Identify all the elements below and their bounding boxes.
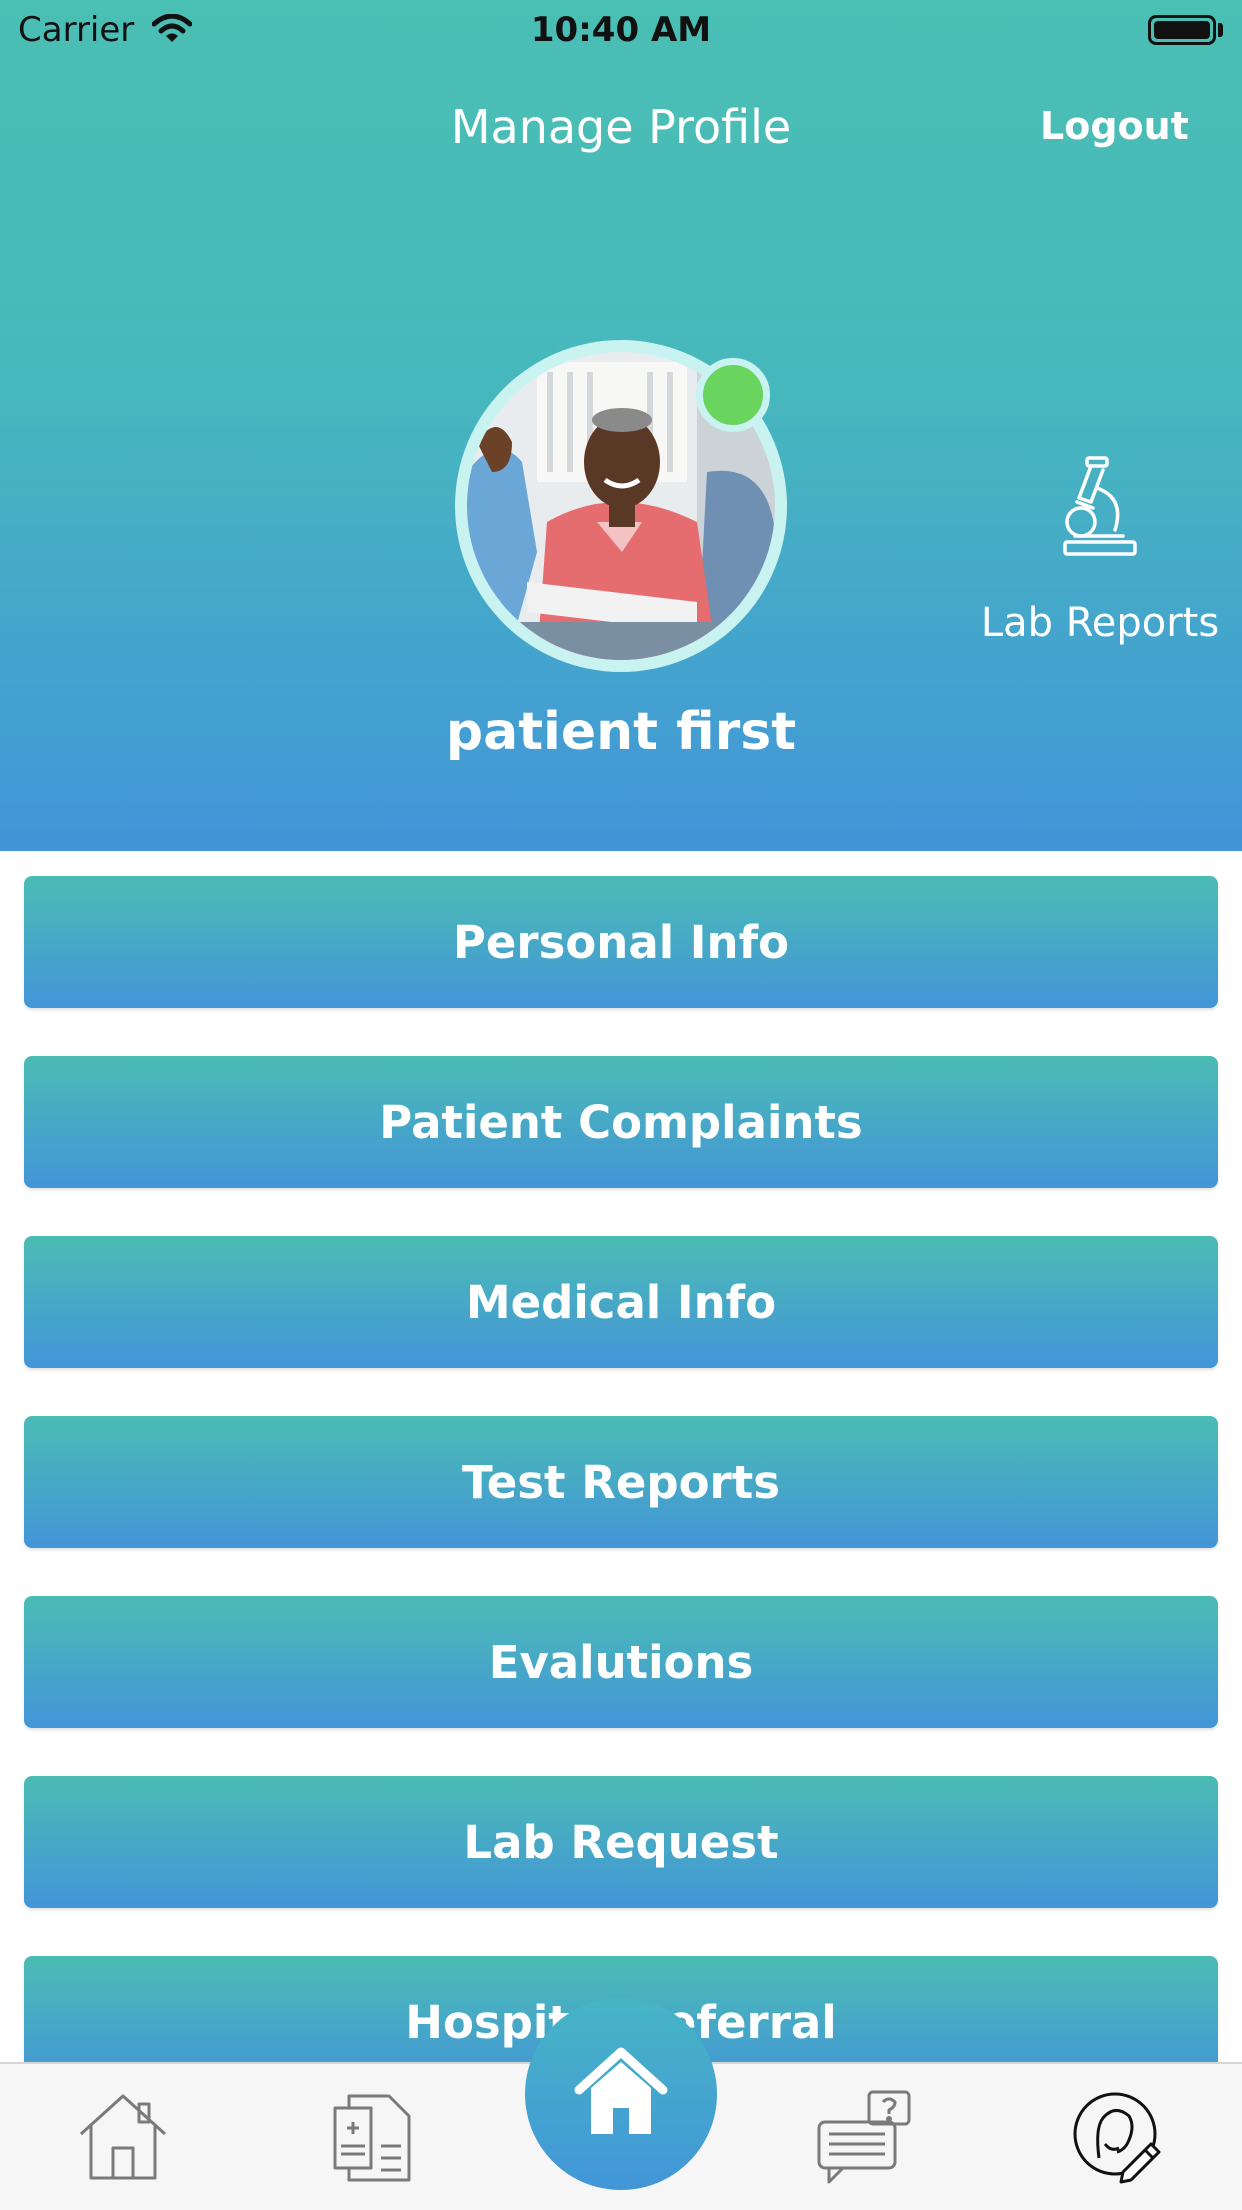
lab-reports-shortcut[interactable]: Lab Reports bbox=[970, 450, 1230, 660]
online-status-dot bbox=[696, 358, 770, 432]
evaluations-button[interactable]: Evalutions bbox=[24, 1596, 1218, 1728]
microscope-icon bbox=[1055, 450, 1145, 564]
battery-icon bbox=[1148, 15, 1216, 45]
status-bar: Carrier 10:40 AM bbox=[0, 0, 1242, 60]
profile-header: Carrier 10:40 AM Manage Profile Logout p… bbox=[0, 0, 1242, 851]
patient-complaints-button[interactable]: Patient Complaints bbox=[24, 1056, 1218, 1188]
clock: 10:40 AM bbox=[530, 10, 712, 50]
tab-home[interactable] bbox=[68, 2088, 178, 2188]
lab-request-button[interactable]: Lab Request bbox=[24, 1776, 1218, 1908]
medical-info-button[interactable]: Medical Info bbox=[24, 1236, 1218, 1368]
logout-button[interactable]: Logout bbox=[1040, 104, 1189, 148]
battery-tip bbox=[1218, 23, 1223, 37]
patient-name: patient first bbox=[445, 702, 797, 762]
home-fab-icon bbox=[573, 2046, 669, 2142]
medical-records-icon bbox=[331, 2088, 415, 2188]
help-chat-icon bbox=[815, 2088, 915, 2188]
test-reports-button[interactable]: Test Reports bbox=[24, 1416, 1218, 1548]
profile-edit-icon bbox=[1069, 2088, 1165, 2188]
home-outline-icon bbox=[75, 2090, 171, 2186]
home-fab-button[interactable] bbox=[525, 1998, 717, 2190]
tab-help-chat[interactable] bbox=[810, 2088, 920, 2188]
lab-reports-label: Lab Reports bbox=[980, 600, 1220, 646]
profile-menu: Personal Info Patient Complaints Medical… bbox=[24, 876, 1218, 2136]
tab-medical-records[interactable] bbox=[318, 2088, 428, 2188]
personal-info-button[interactable]: Personal Info bbox=[24, 876, 1218, 1008]
tab-profile[interactable] bbox=[1062, 2088, 1172, 2188]
